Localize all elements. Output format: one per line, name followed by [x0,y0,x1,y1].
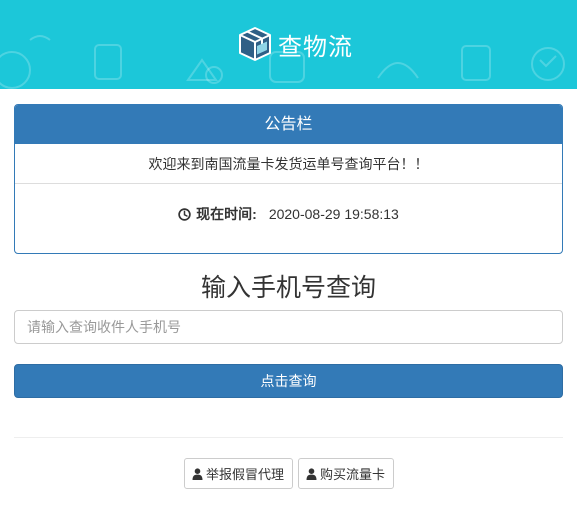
report-fake-agent-button[interactable]: 举报假冒代理 [184,458,293,489]
current-time-value: 2020-08-29 19:58:13 [268,206,399,222]
buy-data-card-button[interactable]: 购买流量卡 [298,458,394,489]
current-time-label: 现在时间: [196,206,257,222]
report-fake-agent-label: 举报假冒代理 [206,467,285,482]
header-banner: 查物流 [0,0,577,89]
brand: 查物流 [238,25,353,63]
query-title: 输入手机号查询 [200,274,376,302]
user-icon [192,467,203,480]
notice-heading: 公告栏 [15,105,562,144]
divider [14,437,563,438]
clock-icon [178,207,191,221]
phone-number-input[interactable] [14,310,563,344]
welcome-message: 欢迎来到南国流量卡发货运单号查询平台！！ [15,144,562,184]
package-box-icon [239,27,271,61]
current-time-row: 现在时间: 2020-08-29 19:58:13 [15,184,562,244]
notice-panel: 公告栏 欢迎来到南国流量卡发货运单号查询平台！！ 现在时间: 2020-08-2… [14,104,563,254]
query-submit-button[interactable]: 点击查询 [14,364,563,398]
buy-data-card-label: 购买流量卡 [320,467,386,482]
app-title: 查物流 [278,32,353,61]
user-icon [306,467,317,480]
